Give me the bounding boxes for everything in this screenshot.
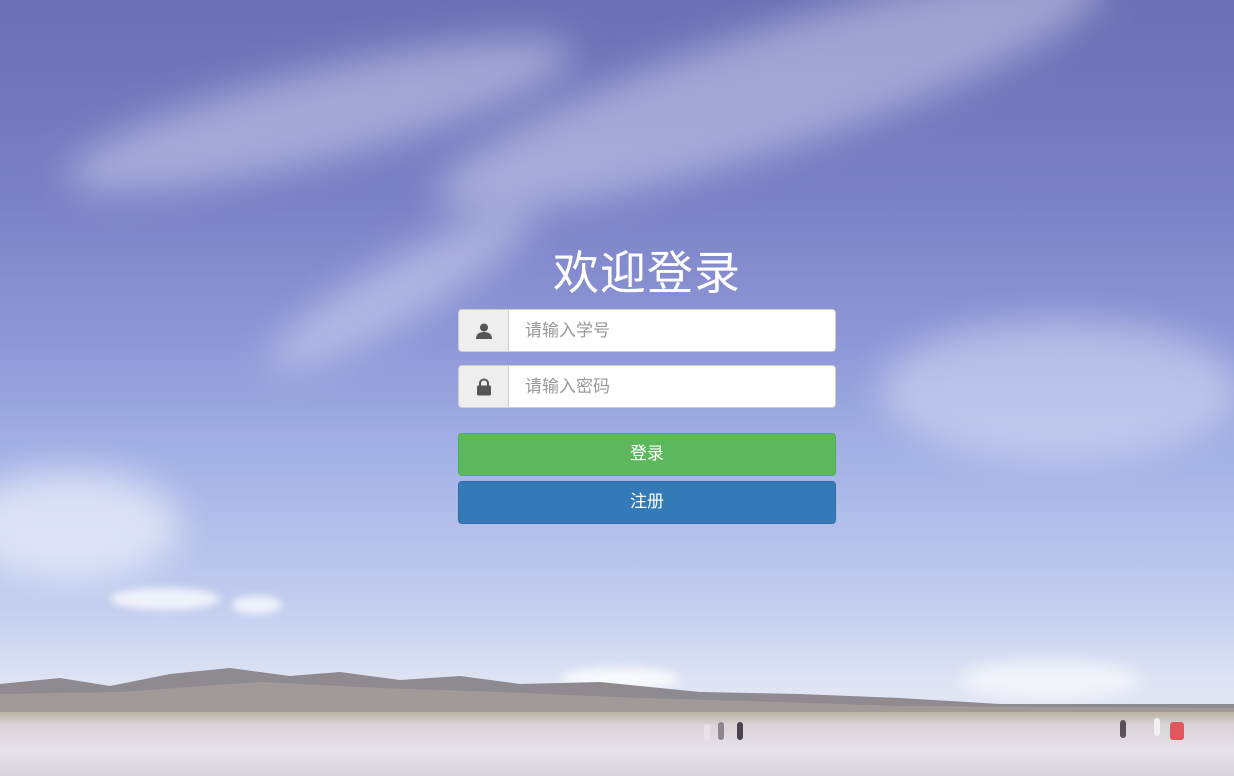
page-title: 欢迎登录 bbox=[553, 246, 741, 300]
mountains bbox=[0, 668, 1234, 714]
login-button[interactable]: 登录 bbox=[458, 433, 836, 476]
register-button[interactable]: 注册 bbox=[458, 481, 836, 524]
username-input[interactable] bbox=[509, 310, 835, 351]
password-input[interactable] bbox=[509, 366, 835, 407]
password-addon bbox=[459, 366, 509, 407]
username-input-group bbox=[458, 309, 836, 352]
salt-lake-ground bbox=[0, 712, 1234, 776]
user-icon bbox=[475, 323, 492, 339]
login-panel: 欢迎登录 登录 注册 bbox=[458, 244, 836, 524]
password-input-group bbox=[458, 365, 836, 408]
username-addon bbox=[459, 310, 509, 351]
lock-icon bbox=[476, 377, 491, 395]
